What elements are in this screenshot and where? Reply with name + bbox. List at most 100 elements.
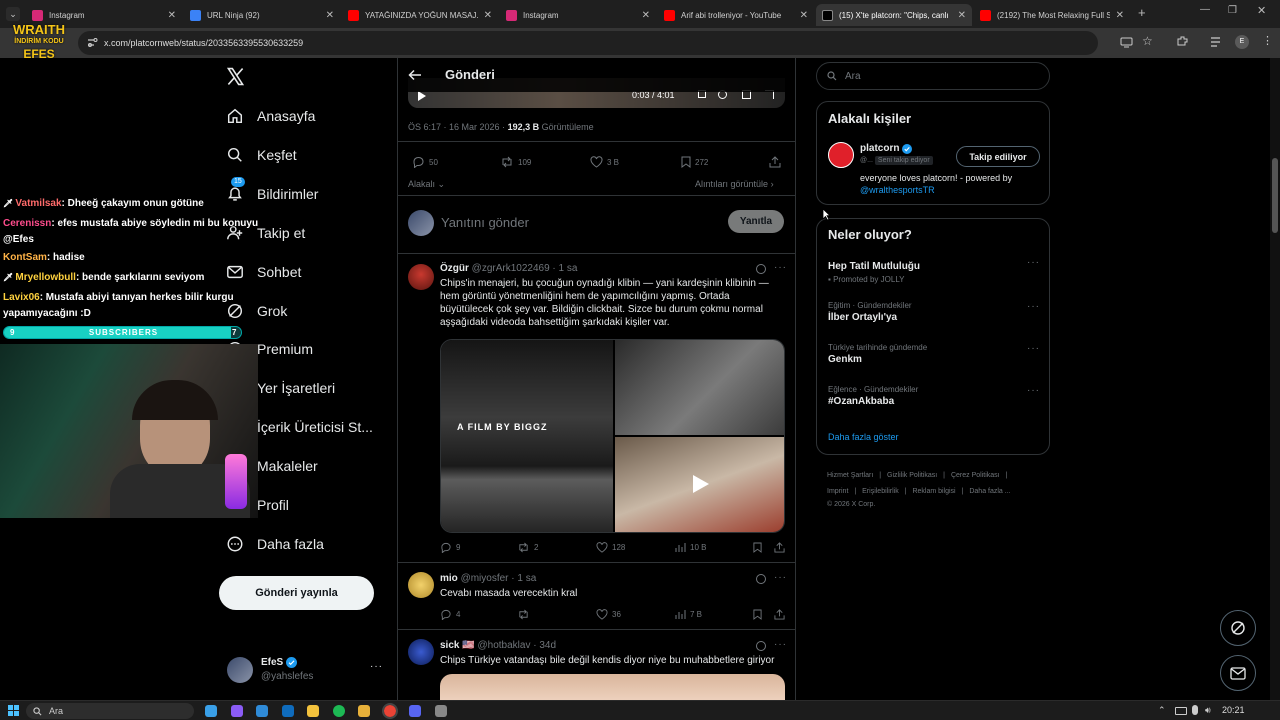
nav-item[interactable]: Daha fazla xyxy=(226,531,324,557)
address-bar[interactable]: x.com/platcornweb/status/203356339553063… xyxy=(78,31,1098,55)
footer-link[interactable]: Reklam bilgisi xyxy=(912,488,955,495)
reply-author-name[interactable]: sick 🇺🇸 xyxy=(440,640,475,651)
reply-handle[interactable]: @hotbaklav · 34d xyxy=(477,640,556,651)
reply-tweet[interactable]: mio @miyosfer · 1 sa ··· Cevabı masada v… xyxy=(398,563,795,629)
close-tab-icon[interactable]: ✕ xyxy=(168,10,176,21)
post-button[interactable]: Gönderi yayınla xyxy=(219,576,374,610)
search-box[interactable]: Ara xyxy=(816,62,1050,90)
trend-more-icon[interactable]: ··· xyxy=(1027,301,1040,312)
browser-tab[interactable]: YATAĞINIZDA YOĞUN MASAJ... ✕ xyxy=(342,4,498,26)
bookmark-icon[interactable] xyxy=(753,609,766,620)
obs-icon[interactable] xyxy=(434,705,447,717)
microphone-icon[interactable] xyxy=(1192,705,1198,715)
grok-icon[interactable] xyxy=(756,641,766,651)
reply-author-name[interactable]: Özgür xyxy=(440,263,469,274)
tray-chevron-icon[interactable]: ⌃ xyxy=(1158,705,1166,716)
footer-link[interactable]: Erişilebilirlik xyxy=(862,488,899,495)
close-tab-icon[interactable]: ✕ xyxy=(326,10,334,21)
reply-like-button[interactable]: 36 xyxy=(596,609,621,620)
footer-link[interactable]: Çerez Politikası xyxy=(951,472,1000,479)
browser-tab[interactable]: (2192) The Most Relaxing Full S ✕ xyxy=(974,4,1130,26)
trend-more-icon[interactable]: ··· xyxy=(1027,257,1040,268)
explorer-icon[interactable] xyxy=(307,705,319,717)
video-play-icon[interactable] xyxy=(418,91,426,101)
reply-image[interactable] xyxy=(440,674,785,700)
reply-tweet[interactable]: Özgür @zgrArk1022469 · 1 sa ··· Chips'in… xyxy=(398,254,795,561)
spotify-icon[interactable] xyxy=(332,705,345,717)
profile-name[interactable]: EfeS xyxy=(261,657,298,668)
maximize-button[interactable]: ❐ xyxy=(1228,5,1237,16)
view-quotes-link[interactable]: Alıntıları görüntüle › xyxy=(695,179,774,189)
footer-link[interactable]: Daha fazla ... xyxy=(969,488,1010,495)
messages-fab-icon[interactable] xyxy=(1220,655,1256,691)
reply-views-button[interactable]: 7 B xyxy=(675,609,702,620)
close-tab-icon[interactable]: ✕ xyxy=(800,10,808,21)
bookmark-icon[interactable] xyxy=(753,542,766,553)
reply-tweet[interactable]: sick 🇺🇸 @hotbaklav · 34d ··· Chips Türki… xyxy=(398,630,795,700)
reply-avatar[interactable] xyxy=(408,639,434,665)
store-icon[interactable] xyxy=(256,705,268,717)
post-repost-button[interactable]: 109 xyxy=(500,156,531,168)
x-logo-icon[interactable] xyxy=(226,67,245,86)
browser-tab[interactable]: Arif abi trolleniyor - YouTube ✕ xyxy=(658,4,814,26)
page-scrollbar[interactable] xyxy=(1270,58,1280,700)
bio-mention-link[interactable]: @wralthesportsTR xyxy=(860,185,935,195)
trend-more-icon[interactable]: ··· xyxy=(1027,343,1040,354)
trend-item[interactable]: Hep Tatil Mutluluğu ▪ Promoted by JOLLY ··… xyxy=(828,257,1040,284)
reply-repost-button[interactable] xyxy=(517,609,534,620)
post-bookmark-button[interactable]: 272 xyxy=(681,156,708,168)
guitarist-image[interactable] xyxy=(615,340,784,435)
grok-fab-icon[interactable] xyxy=(1220,610,1256,646)
clock-time[interactable]: 20:21 xyxy=(1222,705,1245,715)
search-input[interactable]: Ara xyxy=(845,71,861,82)
grok-icon[interactable] xyxy=(756,264,766,274)
reply-reply-button[interactable]: 9 xyxy=(440,542,460,553)
trend-item[interactable]: Eğitim · Gündemdekiler İlber Ortaylı'ya ··… xyxy=(828,301,1040,323)
profile-avatar[interactable] xyxy=(227,657,253,683)
share-icon[interactable] xyxy=(774,609,789,620)
footer-link[interactable]: Gizlilik Politikası xyxy=(887,472,937,479)
reply-submit-button[interactable]: Yanıtla xyxy=(728,210,784,233)
platcorn-avatar[interactable] xyxy=(828,142,854,168)
close-tab-icon[interactable]: ✕ xyxy=(1116,10,1124,21)
taskbar-search-box[interactable]: Ara xyxy=(26,703,194,719)
share-icon[interactable] xyxy=(774,542,789,553)
profile-more-icon[interactable]: ··· xyxy=(370,661,383,672)
more-options-icon[interactable]: ··· xyxy=(774,262,787,273)
bookmark-star-icon[interactable]: ☆ xyxy=(1142,34,1153,48)
nav-item[interactable]: Keşfet xyxy=(226,142,297,168)
reply-avatar[interactable] xyxy=(408,264,434,290)
trend-item[interactable]: Türkiye tarihinde gündemde Genkm ··· xyxy=(828,343,1040,365)
close-tab-icon[interactable]: ✕ xyxy=(484,10,492,21)
city-skyline-image[interactable]: A FILM BY BIGGZ xyxy=(441,340,613,532)
close-window-button[interactable]: ✕ xyxy=(1257,4,1266,17)
reply-media-grid[interactable]: A FILM BY BIGGZ xyxy=(440,339,785,533)
relevant-person-handle[interactable]: @... xyxy=(860,157,873,164)
tab-search-button[interactable]: ⌄ xyxy=(6,7,20,21)
reply-input[interactable]: Yanıtını gönder xyxy=(441,215,529,230)
video-thumbnail[interactable] xyxy=(615,437,784,532)
windows-start-icon[interactable] xyxy=(8,705,19,716)
footer-link[interactable]: Imprint xyxy=(827,488,848,495)
copilot-icon[interactable] xyxy=(230,705,243,717)
sort-relevant-dropdown[interactable]: Alakalı ⌄ xyxy=(408,179,445,190)
chrome-icon[interactable] xyxy=(381,703,398,719)
more-options-icon[interactable]: ··· xyxy=(774,572,787,583)
reply-views-button[interactable]: 10 B xyxy=(675,542,706,553)
install-app-icon[interactable] xyxy=(1120,36,1133,49)
nav-item[interactable]: Anasayfa xyxy=(226,103,315,129)
new-tab-button[interactable]: + xyxy=(1138,5,1146,20)
browser-tab[interactable]: URL Ninja (92) ✕ xyxy=(184,4,340,26)
reply-handle[interactable]: @miyosfer · 1 sa xyxy=(461,573,537,584)
play-icon[interactable] xyxy=(693,475,709,493)
profile-avatar-icon[interactable]: E xyxy=(1235,35,1249,49)
post-timestamp[interactable]: ÖS 6:17 · 16 Mar 2026 · xyxy=(408,122,508,132)
footer-link[interactable]: Hizmet Şartları xyxy=(827,472,873,479)
media-controls-icon[interactable] xyxy=(1210,36,1223,48)
trend-item[interactable]: Eğlence · Gündemdekiler #OzanAkbaba ··· xyxy=(828,385,1040,407)
reply-avatar[interactable] xyxy=(408,572,434,598)
folder-icon[interactable] xyxy=(358,705,370,717)
grok-icon[interactable] xyxy=(756,574,766,584)
show-more-link[interactable]: Daha fazla göster xyxy=(828,432,899,442)
browser-menu-icon[interactable]: ⋮ xyxy=(1262,34,1273,47)
